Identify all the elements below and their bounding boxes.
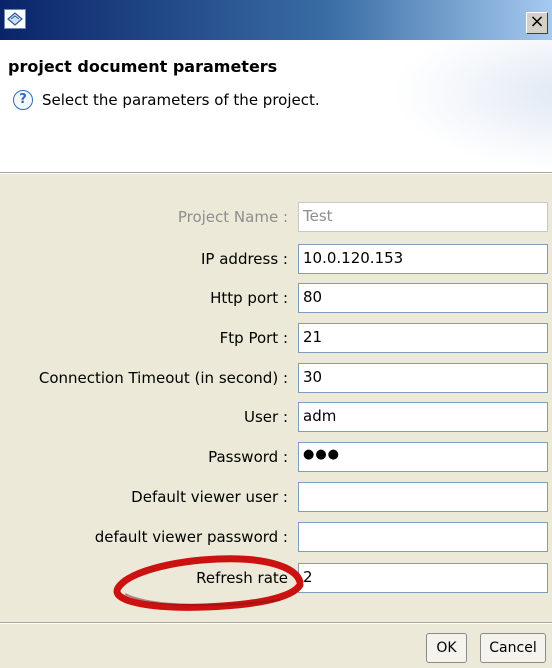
- cancel-button[interactable]: Cancel: [480, 633, 546, 663]
- title-bar[interactable]: ×: [0, 0, 552, 40]
- ftp-port-label: Ftp Port :: [219, 329, 288, 347]
- user-field[interactable]: adm: [298, 402, 548, 432]
- dialog-title: project document parameters: [8, 57, 278, 76]
- form-row-refresh-rate: Refresh rate 2: [0, 563, 552, 595]
- close-icon: ×: [529, 11, 545, 32]
- dialog-header: project document parameters ? Select the…: [0, 40, 552, 172]
- ip-address-label: IP address :: [201, 250, 288, 268]
- form-row-ftp-port: Ftp Port : 21: [0, 323, 552, 355]
- help-icon: ?: [13, 90, 33, 110]
- form-row-ip-address: IP address : 10.0.120.153: [0, 244, 552, 276]
- header-decoration: [392, 40, 552, 172]
- refresh-rate-field[interactable]: 2: [298, 563, 548, 593]
- form-row-project-name: Project Name : Test: [0, 202, 552, 234]
- user-label: User :: [243, 408, 288, 426]
- form-row-connection-timeout: Connection Timeout (in second) : 30: [0, 363, 552, 395]
- footer-separator: [0, 622, 552, 624]
- header-separator: [0, 172, 552, 174]
- project-name-field: Test: [298, 202, 548, 232]
- connection-timeout-label: Connection Timeout (in second) :: [38, 369, 288, 387]
- highlight-ellipse-shadow: [124, 593, 281, 607]
- form-row-http-port: Http port : 80: [0, 283, 552, 315]
- default-viewer-user-label: Default viewer user :: [131, 488, 288, 506]
- ip-address-field[interactable]: 10.0.120.153: [298, 244, 548, 274]
- dialog-window: × project document parameters ? Select t…: [0, 0, 552, 668]
- default-viewer-password-field[interactable]: [298, 522, 548, 552]
- dialog-message: Select the parameters of the project.: [42, 91, 320, 109]
- app-icon: [4, 9, 26, 29]
- http-port-field[interactable]: 80: [298, 283, 548, 313]
- project-name-label: Project Name :: [177, 208, 288, 226]
- ok-button[interactable]: OK: [426, 633, 467, 663]
- password-label: Password :: [208, 448, 288, 466]
- ftp-port-field[interactable]: 21: [298, 323, 548, 353]
- form-row-password: Password : ●●●: [0, 442, 552, 474]
- connection-timeout-field[interactable]: 30: [298, 363, 548, 393]
- close-button[interactable]: ×: [526, 12, 548, 34]
- form-row-user: User : adm: [0, 402, 552, 434]
- form-row-default-viewer-password: default viewer password :: [0, 522, 552, 554]
- default-viewer-user-field[interactable]: [298, 482, 548, 512]
- refresh-rate-label: Refresh rate: [196, 569, 288, 587]
- default-viewer-password-label: default viewer password :: [94, 528, 288, 546]
- http-port-label: Http port :: [210, 289, 288, 307]
- form-row-default-viewer-user: Default viewer user :: [0, 482, 552, 514]
- password-field[interactable]: ●●●: [298, 442, 548, 472]
